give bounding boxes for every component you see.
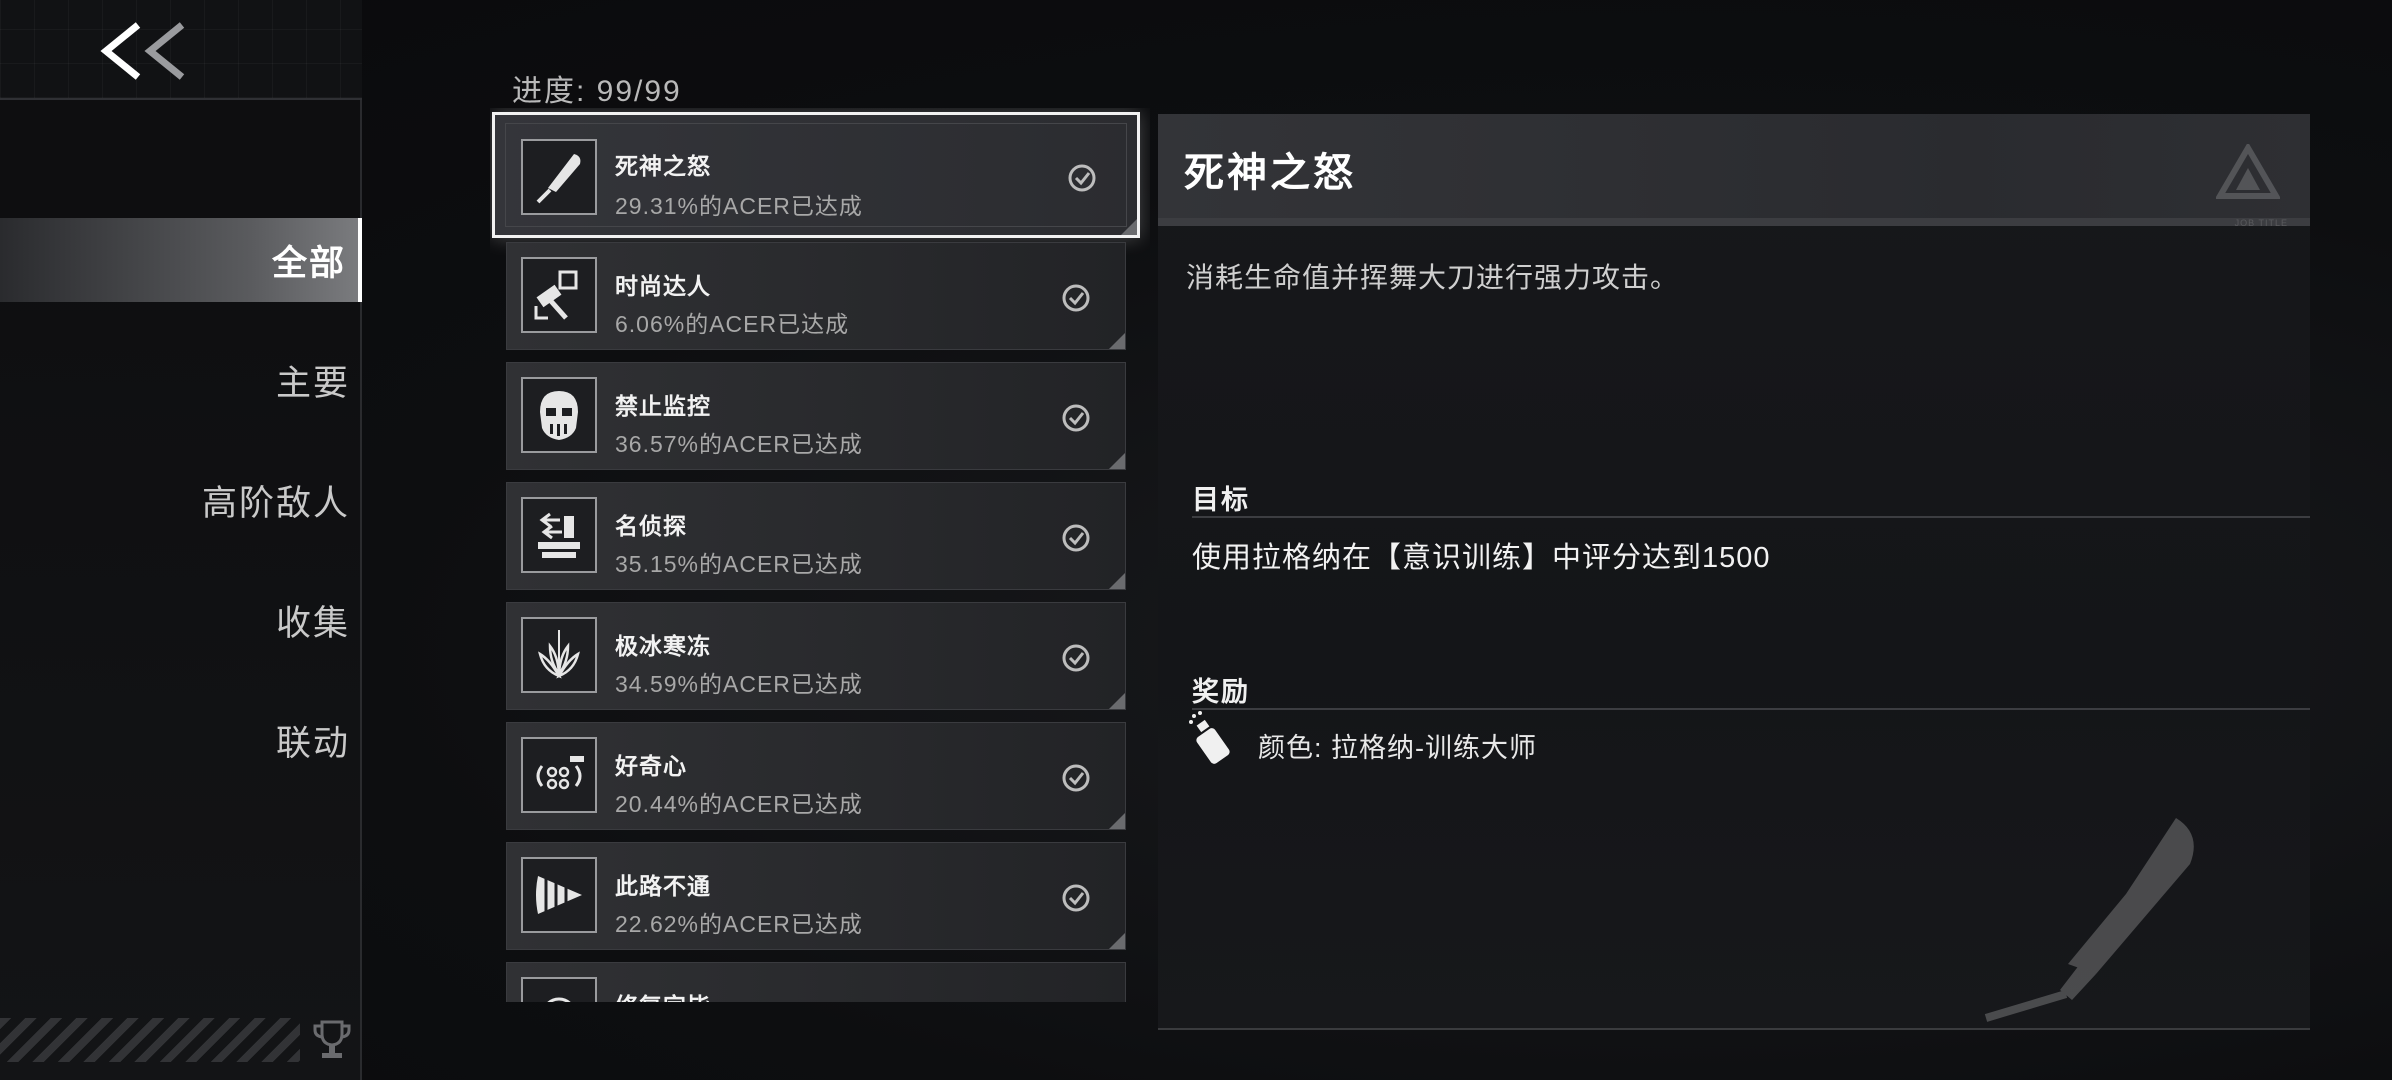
- achievement-item[interactable]: 此路不通 22.62%的ACER已达成: [506, 842, 1126, 950]
- detail-description: 消耗生命值并挥舞大刀进行强力攻击。: [1186, 262, 1680, 293]
- achievement-item[interactable]: 名侦探 35.15%的ACER已达成: [506, 482, 1126, 590]
- detective-icon: [521, 497, 597, 573]
- check-circle-icon: [1062, 884, 1090, 912]
- achievement-stat: 35.15%的ACER已达成: [615, 551, 863, 577]
- ice-crystal-icon: [521, 617, 597, 693]
- category-nav: 全部 主要 高阶敌人 收集 联动: [0, 218, 362, 818]
- divider: [1192, 708, 2310, 710]
- achievement-item[interactable]: 修复完毕: [506, 962, 1126, 1002]
- sidebar-header: [0, 0, 362, 100]
- curiosity-icon: [521, 737, 597, 813]
- check-circle-icon: [1068, 164, 1096, 192]
- achievement-title: 名侦探: [615, 513, 687, 539]
- drill-icon: [521, 857, 597, 933]
- header-tag: JOB TITLE: [2234, 218, 2288, 228]
- scythe-watermark-icon: [1984, 818, 2194, 1022]
- achievements-screen: 全部 主要 高阶敌人 收集 联动 进度: 99/99 死神之怒 29.31%的A…: [0, 0, 2392, 1080]
- achievement-list[interactable]: 死神之怒 29.31%的ACER已达成 时尚达人 6.06%的ACER已达成 禁…: [490, 108, 1150, 1002]
- detail-title: 死神之怒: [1184, 151, 1356, 195]
- achievement-item[interactable]: 极冰寒冻 34.59%的ACER已达成: [506, 602, 1126, 710]
- achievement-stat: 6.06%的ACER已达成: [615, 311, 850, 337]
- achievement-title: 好奇心: [615, 753, 687, 779]
- achievement-title: 禁止监控: [615, 393, 711, 419]
- check-circle-icon: [1062, 284, 1090, 312]
- achievement-title: 极冰寒冻: [615, 633, 711, 659]
- achievement-stat: 29.31%的ACER已达成: [615, 193, 863, 219]
- nav-item-collab[interactable]: 联动: [0, 698, 362, 782]
- back-button[interactable]: [96, 16, 196, 86]
- nav-item-all[interactable]: 全部: [0, 218, 362, 302]
- nav-item-label: 联动: [275, 723, 350, 763]
- achievement-title: 此路不通: [615, 873, 711, 899]
- sidebar: 全部 主要 高阶敌人 收集 联动: [0, 0, 362, 1080]
- achievement-stat: 22.62%的ACER已达成: [615, 911, 863, 937]
- paint-spray-icon: [1189, 711, 1230, 764]
- nav-item-label: 全部: [271, 243, 346, 283]
- brand-logo-icon: [2216, 144, 2280, 199]
- scythe-blade-icon: [521, 139, 597, 215]
- nav-item-label: 收集: [275, 603, 350, 643]
- reward-label: 奖励: [1192, 677, 1250, 707]
- divider: [1192, 516, 2310, 518]
- objective-label: 目标: [1192, 485, 1250, 515]
- hazard-stripes: [0, 1018, 300, 1062]
- achievement-item[interactable]: 禁止监控 36.57%的ACER已达成: [506, 362, 1126, 470]
- nav-item-main[interactable]: 主要: [0, 338, 362, 422]
- fashion-hammer-icon: [521, 257, 597, 333]
- achievement-item[interactable]: 死神之怒 29.31%的ACER已达成: [492, 112, 1140, 238]
- check-circle-icon: [1062, 524, 1090, 552]
- check-circle-icon: [1062, 764, 1090, 792]
- repair-icon: [521, 977, 597, 1002]
- check-circle-icon: [1062, 644, 1090, 672]
- masked-face-icon: [521, 377, 597, 453]
- achievement-stat: 20.44%的ACER已达成: [615, 791, 863, 817]
- progress-label: 进度: 99/99: [512, 75, 682, 108]
- achievement-title: 时尚达人: [615, 273, 711, 299]
- double-chevron-left-icon: [100, 22, 185, 80]
- nav-item-label: 高阶敌人: [201, 483, 350, 523]
- nav-item-collection[interactable]: 收集: [0, 578, 362, 662]
- trophy-icon: [313, 1020, 351, 1058]
- detail-header: 死神之怒 JOB TITLE: [1158, 114, 2310, 228]
- nav-item-label: 主要: [275, 363, 350, 403]
- achievement-stat: 34.59%的ACER已达成: [615, 671, 863, 697]
- check-circle-icon: [1062, 404, 1090, 432]
- nav-item-elite-enemies[interactable]: 高阶敌人: [0, 458, 362, 542]
- achievement-item[interactable]: 时尚达人 6.06%的ACER已达成: [506, 242, 1126, 350]
- objective-text: 使用拉格纳在【意识训练】中评分达到1500: [1192, 542, 1771, 574]
- reward-text: 颜色: 拉格纳-训练大师: [1258, 733, 1537, 763]
- achievement-stat: 36.57%的ACER已达成: [615, 431, 863, 457]
- achievement-title: 死神之怒: [615, 153, 711, 179]
- achievement-item[interactable]: 好奇心 20.44%的ACER已达成: [506, 722, 1126, 830]
- achievement-detail-panel: 死神之怒 JOB TITLE 消耗生命值并挥舞大刀进行强力攻击。 目标 使用拉格…: [1158, 114, 2310, 1030]
- achievement-title: 修复完毕: [615, 987, 711, 1002]
